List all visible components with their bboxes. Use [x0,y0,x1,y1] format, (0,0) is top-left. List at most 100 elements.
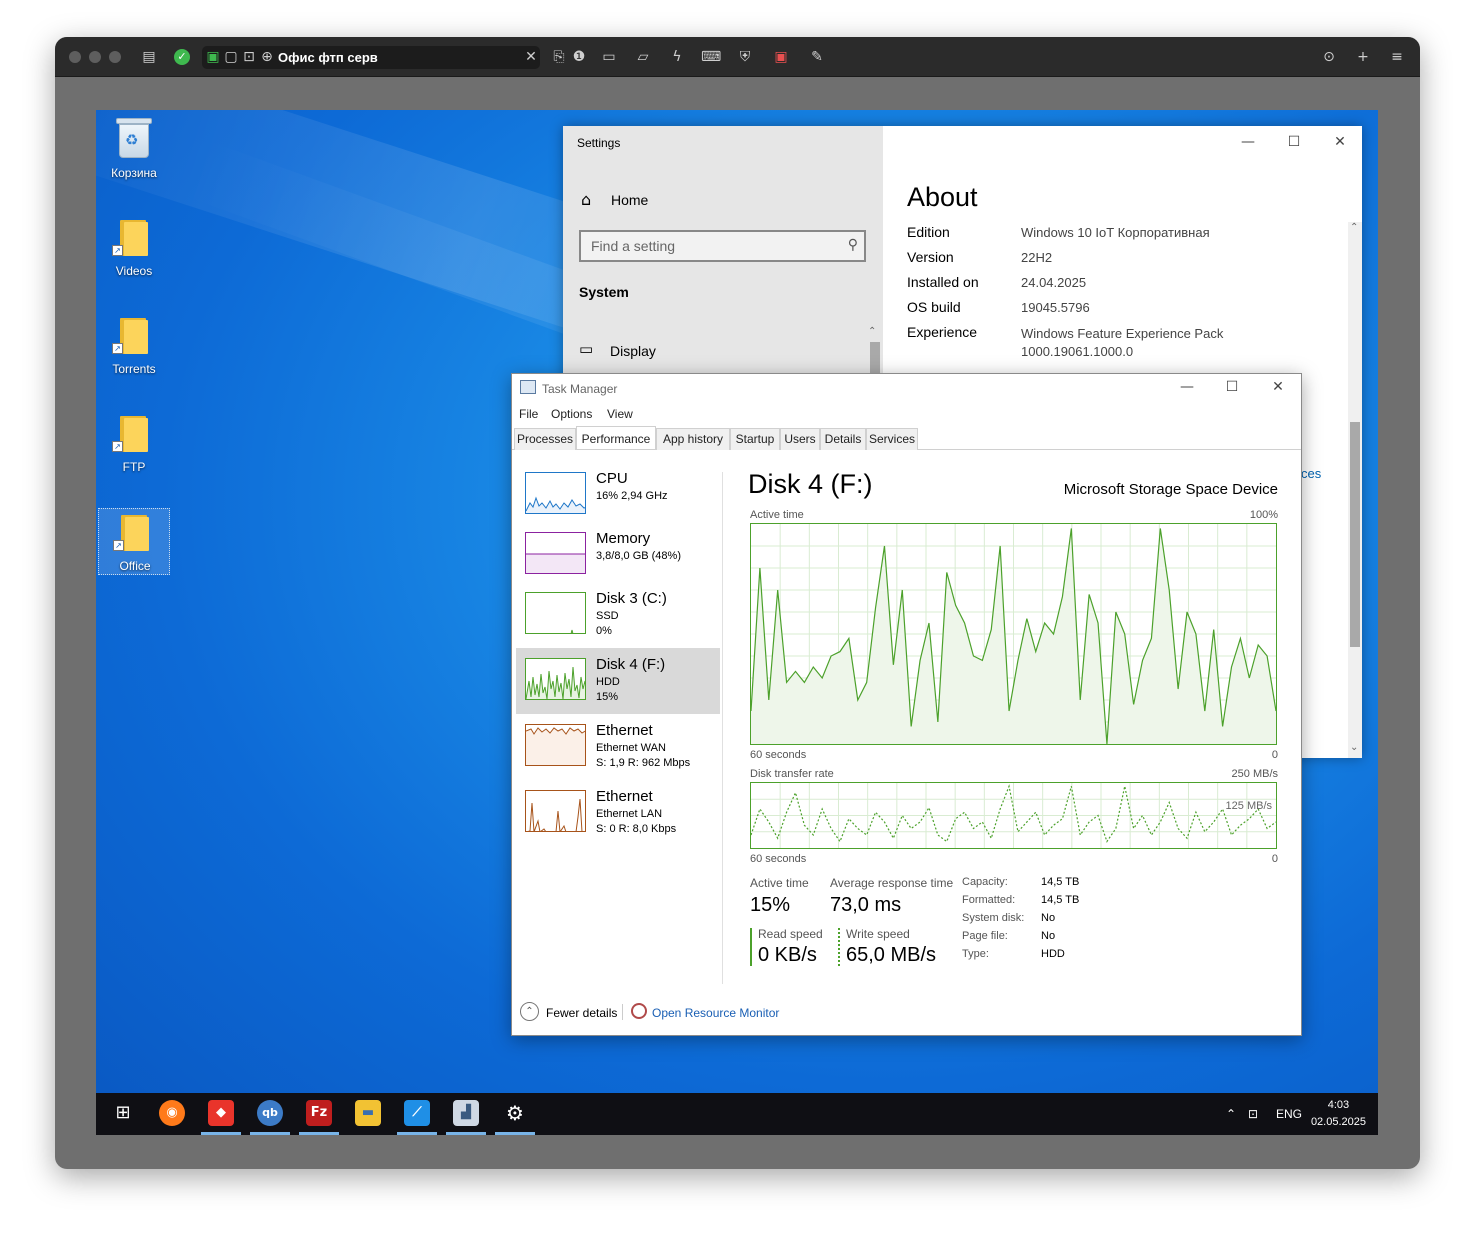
input-language[interactable]: ENG [1276,1107,1302,1121]
resource-disk4[interactable]: Disk 4 (F:) HDD 15% [516,648,720,714]
fewer-details-button[interactable]: Fewer details [546,1006,617,1020]
property-key: Formatted: [962,894,1016,906]
taskmanager-icon[interactable]: ▟ [453,1100,479,1126]
sidebar-icon[interactable]: ▤ [139,47,159,67]
transfer-rate-chart: 125 MB/s [750,782,1277,849]
title-bar[interactable]: Task Manager — ☐ ✕ [512,374,1301,402]
connected-check-icon: ✓ [174,49,190,65]
scroll-thumb[interactable] [1350,422,1360,647]
tab-startup[interactable]: Startup [730,428,780,450]
chevron-up-icon[interactable]: ⌃ [520,1002,539,1021]
resource-name: Ethernet [596,788,653,805]
active-time-value: 15% [750,894,791,916]
explorer-icon[interactable]: ▬ [355,1100,381,1126]
resource-monitor-icon [631,1003,647,1019]
desktop-icon-label: FTP [122,460,146,474]
firefox-icon[interactable]: ◉ [159,1100,185,1126]
ethernet-wan-sparkline [525,724,586,766]
resource-ethernet-lan[interactable]: Ethernet Ethernet LAN S: 0 R: 8,0 Kbps [516,780,720,846]
tab-performance[interactable]: Performance [576,426,656,449]
settings-icon[interactable]: ⚙ [502,1100,528,1126]
file-icon[interactable]: ⎘ [549,47,569,67]
settings-search-input[interactable]: Find a setting ⚲ [579,230,866,262]
session-title: Офис фтп серв [278,50,378,65]
tab-users[interactable]: Users [780,428,820,450]
network-tray-icon[interactable]: ⊡ [1248,1107,1258,1121]
monitor-icon: ▢ [224,49,238,65]
scroll-up-icon[interactable]: ⌃ [1350,222,1358,233]
settings-nav-display[interactable]: Display [610,343,656,359]
download-icon[interactable]: ⊙ [1319,47,1339,67]
settings-main-scrollbar[interactable]: ⌃ ⌄ [1348,222,1362,758]
maximize-icon[interactable]: ☐ [1284,134,1304,150]
pen-icon[interactable]: ✎ [807,47,827,67]
open-resource-monitor-link[interactable]: Open Resource Monitor [652,1006,779,1020]
menu-file[interactable]: File [519,407,538,421]
desktop-icon-videos[interactable]: ↗ Videos [98,214,170,280]
chart-axis-label: 60 seconds [750,749,807,761]
maximize-icon[interactable]: ☐ [1222,379,1242,395]
resource-detail: 0% [596,625,612,637]
close-dot[interactable] [69,51,81,63]
monitor-view-icon[interactable]: ▭ [599,47,619,67]
chart-label: Active time [750,509,804,521]
resource-memory[interactable]: Memory 3,8/8,0 GB (48%) [516,522,720,588]
app-icon[interactable]: ⟋ [404,1100,430,1126]
menu-icon[interactable]: ≡ [1387,47,1407,67]
host-toolbar: ▤ ✓ ▣ ▢ ⊡ ⊕ Офис фтп серв ✕ ⎘ ❶ ▭ ▱ ϟ ⌨ … [55,37,1420,77]
keyboard-icon[interactable]: ⌨ [701,47,721,67]
plus-icon[interactable]: + [1353,47,1373,67]
desktop-icon-label: Videos [115,264,153,278]
minimize-dot[interactable] [89,51,101,63]
task-manager-window: Task Manager — ☐ ✕ File Options View Pro… [511,373,1302,1036]
tab-app-history[interactable]: App history [656,428,730,450]
taskbar: ⊞ ◉ ◆ qb Fz ▬ ⟋ ▟ ⚙ ⌃ ⊡ ENG 4:03 02.05.2… [96,1093,1378,1135]
chart-mid-label: 125 MB/s [1225,800,1272,812]
resource-disk3[interactable]: Disk 3 (C:) SSD 0% [516,582,720,648]
disk4-sparkline [525,658,586,700]
desktop-icon-torrents[interactable]: ↗ Torrents [98,312,170,378]
menu-view[interactable]: View [607,407,633,421]
anydesk-icon[interactable]: ◆ [208,1100,234,1126]
chat-icon[interactable]: ▱ [633,47,653,67]
bolt-icon[interactable]: ϟ [667,47,687,67]
desktop-icon-recycle-bin[interactable]: ♻ Корзина [98,116,170,182]
property-value: No [1041,930,1056,942]
minimize-icon[interactable]: — [1238,134,1258,150]
start-icon[interactable]: ⊞ [110,1100,136,1126]
settings-link-partial[interactable]: ces [1301,466,1321,481]
menu-options[interactable]: Options [551,407,592,421]
tab-processes[interactable]: Processes [514,428,576,450]
network-icon: ⊡ [243,49,255,65]
tab-services[interactable]: Services [866,428,918,450]
display-one-icon[interactable]: ❶ [569,47,589,67]
close-icon[interactable]: ✕ [1330,134,1350,150]
about-key: Installed on [907,274,979,290]
zoom-dot[interactable] [109,51,121,63]
shield-icon[interactable]: ⛨ [735,47,755,67]
qbittorrent-icon[interactable]: qb [257,1100,283,1126]
stat-label: Average response time [830,876,954,890]
resource-ethernet-wan[interactable]: Ethernet Ethernet WAN S: 1,9 R: 962 Mbps [516,714,720,780]
tab-details[interactable]: Details [820,428,866,450]
settings-title: Settings [577,136,621,150]
chart-axis-label: 0 [1271,853,1278,865]
desktop-icon-office[interactable]: ↗ Office [98,508,170,575]
close-tab-icon[interactable]: ✕ [521,47,541,67]
desktop-icon-label: Torrents [112,362,156,376]
tray-chevron-icon[interactable]: ⌃ [1226,1107,1236,1121]
resource-cpu[interactable]: CPU 16% 2,94 GHz [516,462,720,528]
resource-detail: 16% 2,94 GHz [596,490,668,502]
scroll-down-icon[interactable]: ⌄ [1350,742,1358,753]
settings-home-link[interactable]: Home [611,192,648,208]
close-icon[interactable]: ✕ [1268,379,1288,395]
detail-title: Disk 4 (F:) [748,469,873,499]
record-icon[interactable]: ▣ [771,47,791,67]
minimize-icon[interactable]: — [1177,379,1197,395]
scroll-up-icon[interactable]: ⌃ [868,326,876,337]
resource-name: Disk 3 (C:) [596,590,667,607]
filezilla-icon[interactable]: Fz [306,1100,332,1126]
clock[interactable]: 4:03 02.05.2025 [1311,1097,1366,1131]
desktop-icon-ftp[interactable]: ↗ FTP [98,410,170,476]
remote-desktop[interactable]: ♻ Корзина ↗ Videos ↗ Torrents ↗ FTP ↗ Of… [96,110,1378,1135]
